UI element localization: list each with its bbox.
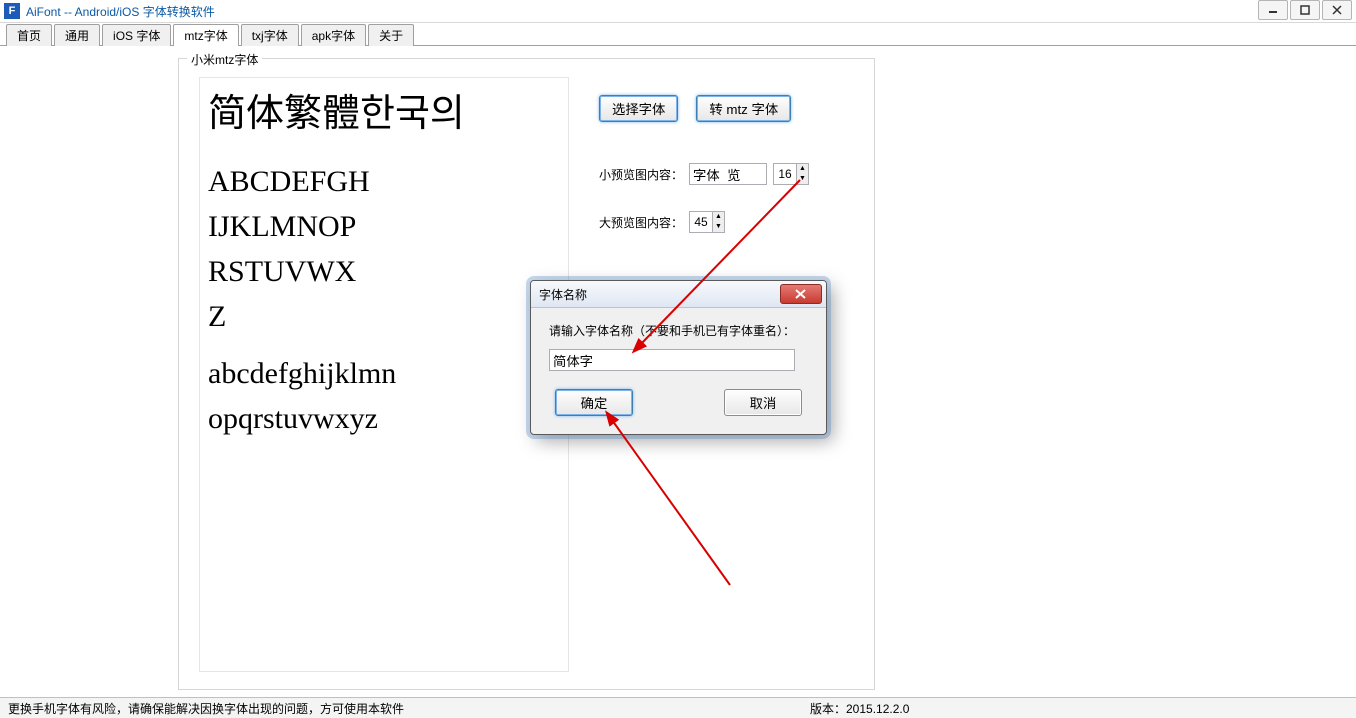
tab-about[interactable]: 关于 — [368, 24, 414, 46]
window-minimize-button[interactable] — [1258, 0, 1288, 20]
groupbox-legend: 小米mtz字体 — [187, 51, 262, 68]
small-preview-input[interactable] — [689, 163, 767, 185]
status-version: 版本：2015.12.2.0 — [810, 700, 909, 717]
window-close-button[interactable] — [1322, 0, 1352, 20]
font-name-dialog: 字体名称 请输入字体名称（不要和手机已有字体重名）： 确定 取消 — [530, 280, 827, 435]
tab-ios-font[interactable]: iOS 字体 — [102, 24, 171, 46]
big-preview-size-spinner[interactable]: ▲▼ — [689, 211, 725, 233]
tab-mtz-font[interactable]: mtz字体 — [173, 24, 238, 46]
tab-apk-font[interactable]: apk字体 — [301, 24, 366, 46]
dialog-title-text: 字体名称 — [539, 286, 587, 303]
window-title: AiFont -- Android/iOS 字体转换软件 — [26, 3, 215, 20]
preview-upper-2: IJKLMNOP — [208, 204, 560, 249]
preview-upper-3: RSTUVWX — [208, 249, 560, 294]
convert-mtz-button[interactable]: 转 mtz 字体 — [696, 95, 791, 122]
tab-txj-font[interactable]: txj字体 — [241, 24, 299, 46]
window-maximize-button[interactable] — [1290, 0, 1320, 20]
preview-upper-4: Z — [208, 294, 560, 339]
big-preview-label: 大预览图内容： — [599, 214, 683, 231]
font-preview-pane: 简体繁體한국의 ABCDEFGH IJKLMNOP RSTUVWX Z abcd… — [199, 77, 569, 672]
small-preview-size-spinner[interactable]: ▲▼ — [773, 163, 809, 185]
spinner-up-icon[interactable]: ▲ — [712, 212, 724, 222]
tab-home[interactable]: 首页 — [6, 24, 52, 46]
tab-bar: 首页 通用 iOS 字体 mtz字体 txj字体 apk字体 关于 — [0, 23, 1356, 46]
select-font-button[interactable]: 选择字体 — [599, 95, 678, 122]
status-message: 更换手机字体有风险，请确保能解决因换字体出现的问题，方可使用本软件 — [8, 700, 404, 717]
big-preview-size-value[interactable] — [690, 212, 712, 232]
dialog-prompt: 请输入字体名称（不要和手机已有字体重名）： — [549, 322, 808, 339]
preview-cjk: 简体繁體한국의 — [208, 86, 560, 143]
small-preview-label: 小预览图内容： — [599, 166, 683, 183]
preview-lower-1: abcdefghijklmn — [208, 351, 560, 396]
dialog-cancel-button[interactable]: 取消 — [724, 389, 802, 416]
close-icon — [795, 289, 807, 299]
status-bar: 更换手机字体有风险，请确保能解决因换字体出现的问题，方可使用本软件 版本：201… — [0, 697, 1356, 718]
preview-lower-2: opqrstuvwxyz — [208, 396, 560, 441]
spinner-down-icon[interactable]: ▼ — [712, 222, 724, 232]
tab-general[interactable]: 通用 — [54, 24, 100, 46]
preview-upper-1: ABCDEFGH — [208, 159, 560, 204]
font-name-input[interactable] — [549, 349, 795, 371]
spinner-up-icon[interactable]: ▲ — [796, 164, 808, 174]
app-icon: F — [4, 3, 20, 19]
spinner-down-icon[interactable]: ▼ — [796, 174, 808, 184]
small-preview-size-value[interactable] — [774, 164, 796, 184]
dialog-titlebar[interactable]: 字体名称 — [531, 281, 826, 308]
dialog-close-button[interactable] — [780, 284, 822, 304]
window-titlebar: F AiFont -- Android/iOS 字体转换软件 — [0, 0, 1356, 23]
dialog-ok-button[interactable]: 确定 — [555, 389, 633, 416]
